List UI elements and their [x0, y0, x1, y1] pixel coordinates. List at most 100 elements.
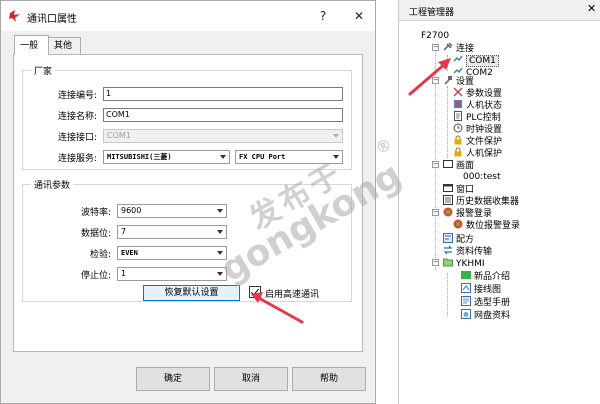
- tree-item-wiring-diagram[interactable]: 接线图: [461, 283, 501, 295]
- tree-item-label: 参数设置: [466, 89, 503, 99]
- collapse-icon[interactable]: −: [432, 209, 439, 216]
- parity-value: EVEN: [121, 249, 138, 257]
- connection-id-input[interactable]: 1: [103, 87, 343, 101]
- comm-params-group-title: 通讯参数: [31, 178, 74, 191]
- baud-rate-label: 波特率:: [80, 208, 111, 218]
- tree-item-settings[interactable]: 设置: [443, 75, 474, 87]
- vendor-group: 厂家 连接编号: 1 连接名称: COM1 连接接口: COM1 连接服务: M…: [22, 64, 352, 170]
- tree-line: [447, 86, 448, 158]
- tree-item-connections[interactable]: 连接: [443, 42, 474, 54]
- dialog-title: 通讯口属性: [27, 14, 77, 25]
- collapse-icon[interactable]: −: [432, 44, 439, 51]
- parity-select[interactable]: EVEN: [117, 246, 227, 260]
- serial-port-icon: [453, 55, 463, 62]
- database-icon: [443, 195, 453, 205]
- lock-icon: [454, 135, 462, 145]
- diagram-icon: [461, 283, 471, 293]
- new-badge-icon: [461, 271, 471, 279]
- window-icon: [443, 184, 453, 192]
- tree-item-label: 人机保护: [466, 149, 503, 159]
- tree-item-label: 人机状态: [466, 101, 503, 111]
- chevron-down-icon: [217, 251, 223, 255]
- connection-port-value: COM1: [107, 131, 131, 140]
- tree-item-label: PLC控制: [466, 113, 501, 123]
- tree-item-label: 网盘资料: [474, 311, 511, 321]
- connection-port-label: 连接接口:: [57, 133, 97, 143]
- tab-other[interactable]: 其他: [48, 37, 81, 55]
- collapse-icon[interactable]: −: [432, 259, 439, 266]
- transfer-icon: [443, 245, 453, 255]
- tree-item-file-protect[interactable]: 文件保护: [453, 135, 502, 147]
- tree-item-label: YKHMI: [456, 259, 485, 269]
- chevron-down-icon: [333, 134, 339, 138]
- connection-service-select[interactable]: MITSUBISHI(三菱): [103, 150, 230, 164]
- connection-id-label: 连接编号:: [57, 91, 97, 101]
- data-bits-value: 7: [121, 227, 127, 236]
- collapse-icon[interactable]: −: [432, 161, 439, 168]
- tree-line: [447, 55, 448, 71]
- close-icon[interactable]: ✕: [587, 2, 596, 15]
- tree-item-cloud-drive[interactable]: 网盘资料: [461, 309, 510, 321]
- cancel-button[interactable]: 取消: [214, 367, 288, 391]
- baud-rate-select[interactable]: 9600: [117, 204, 227, 218]
- tree-item-hmi-status[interactable]: 人机状态: [453, 99, 502, 111]
- tree-line: [447, 273, 448, 317]
- tree-item-label: 数位报警登录: [466, 221, 521, 231]
- tree-item-recipe[interactable]: 配方: [443, 233, 474, 245]
- chevron-down-icon: [217, 272, 223, 276]
- recipe-icon: [443, 233, 453, 243]
- tree-item-data-transfer[interactable]: 资料传输: [443, 245, 492, 257]
- tree-item-label: 历史数据收集器: [456, 197, 520, 207]
- stop-bits-select[interactable]: 1: [117, 267, 227, 281]
- connection-service-value: MITSUBISHI(三菱): [107, 153, 172, 161]
- tree-item-digital-alarm[interactable]: 数位报警登录: [453, 219, 520, 231]
- chevron-down-icon: [220, 155, 226, 159]
- tree-item-clock-settings[interactable]: 时钟设置: [453, 123, 502, 135]
- tree-item-label: 画面: [456, 161, 475, 171]
- tree-item-label: F2700: [421, 31, 450, 41]
- tree-item-history-collector[interactable]: 历史数据收集器: [443, 195, 519, 207]
- cpu-port-select[interactable]: FX CPU Port: [235, 150, 343, 164]
- tree-item-screens[interactable]: 画面: [443, 159, 474, 171]
- help-dialog-button[interactable]: 帮助: [292, 367, 366, 391]
- collapse-icon[interactable]: −: [432, 77, 439, 84]
- restore-defaults-button[interactable]: 恢复默认设置: [143, 285, 240, 301]
- high-speed-checkbox[interactable]: [249, 286, 261, 298]
- connection-service-label: 连接服务:: [57, 154, 97, 164]
- tree-item-alarm-login[interactable]: 报警登录: [443, 207, 492, 219]
- clock-icon: [453, 123, 463, 133]
- tab-general[interactable]: 一般: [14, 35, 49, 55]
- tree-item-plc-control[interactable]: PLC控制: [453, 111, 501, 123]
- project-manager-panel: 工程管理器 ✕ F2700 − 连接 COM1 COM2 − 设置 参数设置 人…: [398, 0, 600, 404]
- lock-icon: [454, 147, 462, 157]
- tree-item-label: 新品介绍: [474, 272, 511, 282]
- screen-icon: [443, 160, 453, 168]
- tree-item-com1[interactable]: COM1: [453, 54, 499, 67]
- tools-icon: [453, 87, 463, 97]
- tree-item-root[interactable]: F2700: [421, 30, 449, 42]
- tree-item-label: 设置: [456, 77, 475, 87]
- dialog-titlebar: 通讯口属性 ? ✕: [1, 1, 375, 31]
- plug-icon: [443, 42, 453, 51]
- document-icon: [454, 111, 462, 121]
- tree-item-hmi-protect[interactable]: 人机保护: [453, 147, 502, 159]
- close-button[interactable]: ✕: [345, 4, 373, 28]
- tree-item-label: 窗口: [456, 185, 475, 195]
- status-icon: [454, 100, 462, 108]
- tree-item-windows[interactable]: 窗口: [443, 183, 474, 195]
- project-manager-title: 工程管理器: [409, 8, 455, 18]
- app-logo-icon: [9, 10, 20, 22]
- tree-item-ykhmi[interactable]: YKHMI: [443, 257, 485, 269]
- stop-bits-value: 1: [121, 269, 127, 278]
- connection-name-input[interactable]: COM1: [103, 108, 343, 122]
- data-bits-select[interactable]: 7: [117, 225, 227, 239]
- tree-item-selection-manual[interactable]: 选型手册: [461, 296, 510, 308]
- ok-button[interactable]: 确定: [136, 367, 210, 391]
- tree-item-param-settings[interactable]: 参数设置: [453, 87, 502, 99]
- tree-item-new-products[interactable]: 新品介绍: [461, 270, 510, 282]
- tree-item-screen-000[interactable]: 000:test: [463, 171, 501, 183]
- hammer-icon: [444, 76, 452, 85]
- stop-bits-label: 停止位:: [80, 271, 111, 281]
- project-manager-header: 工程管理器 ✕: [399, 0, 600, 21]
- help-button[interactable]: ?: [309, 4, 337, 28]
